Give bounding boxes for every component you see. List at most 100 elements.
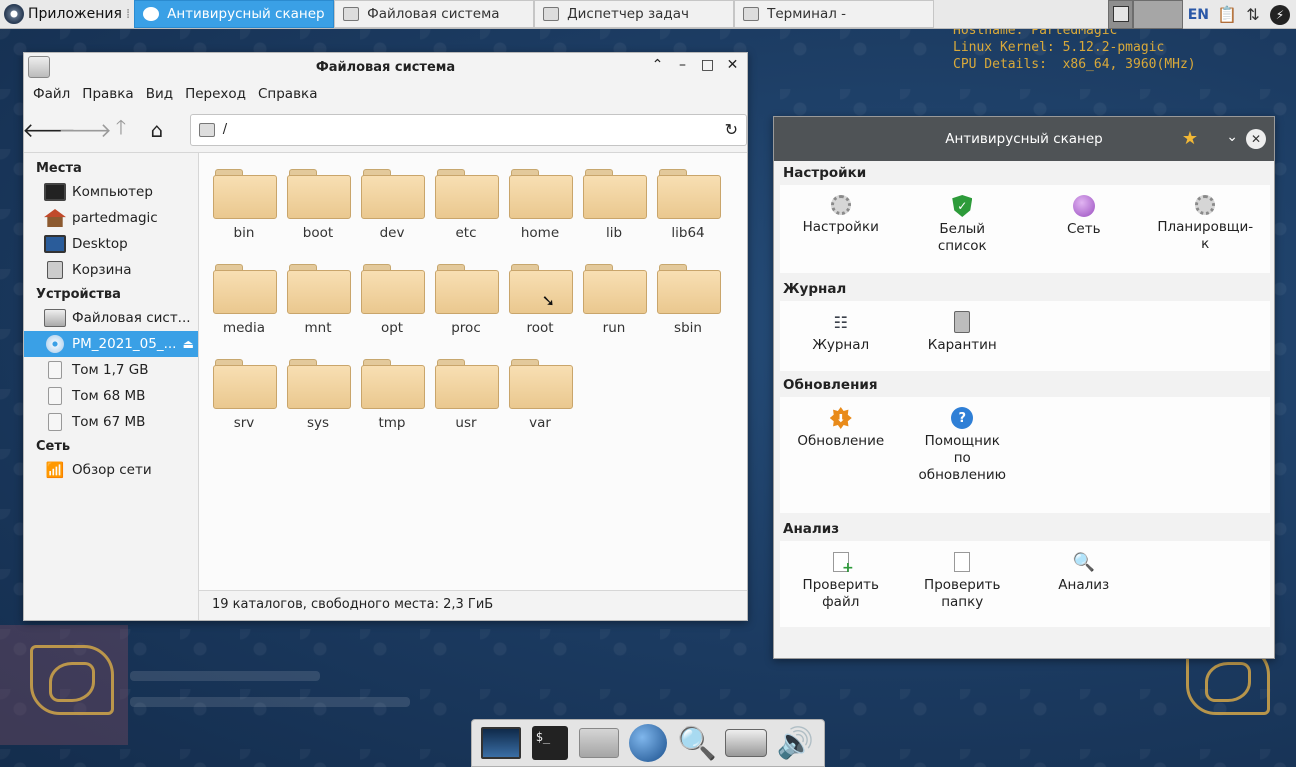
scan-file-button[interactable]: Проверить файл bbox=[780, 551, 902, 617]
folder-grid: bin boot dev etc home lib lib64 media mnt opt proc… bbox=[207, 167, 727, 438]
chevron-up-icon[interactable]: ⌃ bbox=[649, 57, 666, 73]
whitelist-button[interactable]: ✓ Белый список bbox=[902, 195, 1024, 263]
task-antivirus[interactable]: Антивирусный сканер bbox=[134, 0, 335, 28]
sidebar-item-trash[interactable]: Корзина bbox=[24, 257, 198, 283]
scan-folder-button[interactable]: Проверить папку bbox=[902, 551, 1024, 617]
sidebar-item-computer[interactable]: Компьютер bbox=[24, 179, 198, 205]
update-assistant-button[interactable]: ? Помощник по обновлению bbox=[902, 407, 1024, 503]
dock-volume[interactable]: 🔊 bbox=[773, 723, 817, 763]
cpu-line: CPU Details: x86_64, 3960(MHz) bbox=[953, 57, 1196, 72]
folder-item[interactable]: media bbox=[207, 262, 281, 343]
up-arrow-icon[interactable]: 🡑 bbox=[110, 115, 132, 141]
home-icon[interactable]: ⌂ bbox=[146, 118, 168, 142]
section-settings: Настройки ✓ Белый список Сеть Планировщи-… bbox=[780, 185, 1270, 273]
sidebar-item-volume-3[interactable]: Том 67 MB bbox=[24, 409, 198, 435]
folder-item[interactable]: dev bbox=[355, 167, 429, 248]
menu-help[interactable]: Справка bbox=[258, 86, 317, 102]
folder-item[interactable]: srv bbox=[207, 357, 281, 438]
shield-check-icon: ✓ bbox=[952, 195, 973, 217]
task-file-manager[interactable]: Файловая система bbox=[334, 0, 535, 28]
network-updown-icon[interactable]: ⇅ bbox=[1244, 5, 1262, 25]
item-label: Проверить папку bbox=[924, 577, 1001, 610]
scheduler-button[interactable]: Планировщи-к bbox=[1145, 195, 1267, 263]
close-icon[interactable]: ✕ bbox=[724, 57, 741, 73]
sidebar-item-label: Файловая сист... bbox=[72, 310, 191, 326]
location-bar[interactable]: / ↻ bbox=[189, 113, 747, 146]
task-task-manager[interactable]: Диспетчер задач bbox=[534, 0, 735, 28]
folder-icon bbox=[361, 357, 425, 409]
folder-item[interactable]: proc bbox=[429, 262, 503, 343]
kernel-line: Linux Kernel: 5.12.2-pmagic bbox=[953, 40, 1165, 55]
power-icon[interactable]: ⚡ bbox=[1270, 4, 1290, 25]
section-header-updates: Обновления bbox=[783, 377, 878, 393]
dock-home-folder[interactable] bbox=[577, 723, 621, 763]
menu-view[interactable]: Вид bbox=[146, 86, 173, 102]
file-manager-body: Места Компьютер partedmagic Desktop Корз… bbox=[24, 153, 747, 620]
folder-item[interactable]: var bbox=[503, 357, 577, 438]
task-terminal[interactable]: Терминал - bbox=[734, 0, 935, 28]
item-label: Планировщи-к bbox=[1157, 219, 1254, 252]
folder-item[interactable]: opt bbox=[355, 262, 429, 343]
sidebar-item-home[interactable]: partedmagic bbox=[24, 205, 198, 231]
dock-show-desktop[interactable] bbox=[479, 723, 523, 763]
window-controls: ⌃ – □ ✕ bbox=[649, 57, 741, 73]
window-titlebar[interactable]: Антивирусный сканер ★ ⌄ ✕ bbox=[774, 117, 1274, 161]
menu-file[interactable]: Файл bbox=[33, 86, 70, 102]
folder-item[interactable]: home bbox=[503, 167, 577, 248]
star-icon[interactable]: ★ bbox=[1182, 128, 1198, 149]
sidebar-item-browse-network[interactable]: 📶 Обзор сети bbox=[24, 457, 198, 483]
optical-disc-icon bbox=[46, 335, 64, 353]
menu-go[interactable]: Переход bbox=[185, 86, 246, 102]
eject-icon[interactable]: ⏏ bbox=[183, 337, 194, 351]
sidebar-item-label: Корзина bbox=[72, 262, 132, 278]
folder-item[interactable]: boot bbox=[281, 167, 355, 248]
speaker-icon: 🔊 bbox=[776, 725, 815, 761]
dock-disks[interactable] bbox=[724, 723, 768, 763]
sidebar-item-desktop[interactable]: Desktop bbox=[24, 231, 198, 257]
analysis-button[interactable]: 🔍 Анализ bbox=[1023, 551, 1145, 617]
folder-item[interactable]: usr bbox=[429, 357, 503, 438]
settings-button[interactable]: Настройки bbox=[780, 195, 902, 263]
chevron-down-icon[interactable]: ⌄ bbox=[1226, 129, 1238, 145]
sidebar-item-label: Том 1,7 GB bbox=[72, 362, 149, 378]
reload-icon[interactable]: ↻ bbox=[725, 120, 738, 139]
folder-item[interactable]: lib64 bbox=[651, 167, 725, 248]
dock-web-browser[interactable] bbox=[626, 723, 670, 763]
dock-search[interactable]: 🔍 bbox=[675, 723, 719, 763]
maximize-icon[interactable]: □ bbox=[699, 57, 716, 73]
close-icon[interactable]: ✕ bbox=[1246, 129, 1266, 149]
system-tray: EN 📋 ⇅ ⚡ bbox=[1107, 0, 1296, 29]
folder-item[interactable]: mnt bbox=[281, 262, 355, 343]
folder-item[interactable]: run bbox=[577, 262, 651, 343]
folder-item[interactable]: bin bbox=[207, 167, 281, 248]
parted-magic-logo-icon bbox=[4, 4, 24, 24]
keyboard-layout-indicator[interactable]: EN bbox=[1183, 7, 1214, 23]
folder-item[interactable]: ➘ root bbox=[503, 262, 577, 343]
forward-arrow-icon[interactable]: 🡒 bbox=[58, 118, 112, 142]
folder-item[interactable]: etc bbox=[429, 167, 503, 248]
folder-item[interactable]: lib bbox=[577, 167, 651, 248]
folder-item[interactable]: tmp bbox=[355, 357, 429, 438]
sidebar-item-filesystem[interactable]: Файловая сист... bbox=[24, 305, 198, 331]
network-button[interactable]: Сеть bbox=[1023, 195, 1145, 263]
back-arrow-icon[interactable]: 🡐 bbox=[22, 118, 76, 142]
clipboard-icon[interactable]: 📋 bbox=[1217, 5, 1237, 25]
dock-terminal[interactable]: $_ bbox=[528, 723, 572, 763]
workspace-2[interactable] bbox=[1132, 0, 1183, 29]
sidebar-item-pm-disc[interactable]: PM_2021_05_... ⏏ bbox=[24, 331, 198, 357]
folder-item[interactable]: sbin bbox=[651, 262, 725, 343]
sidebar-item-volume-2[interactable]: Том 68 MB bbox=[24, 383, 198, 409]
menu-edit[interactable]: Правка bbox=[82, 86, 133, 102]
log-button[interactable]: ☷ Журнал bbox=[780, 311, 902, 361]
quarantine-button[interactable]: Карантин bbox=[902, 311, 1024, 361]
sidebar-item-label: Том 67 MB bbox=[72, 414, 146, 430]
minimize-icon[interactable]: – bbox=[674, 57, 691, 73]
sidebar-item-volume-1[interactable]: Том 1,7 GB bbox=[24, 357, 198, 383]
workspace-pager[interactable] bbox=[1107, 0, 1183, 29]
applications-menu-button[interactable]: Приложения ⁞ bbox=[0, 0, 134, 29]
folder-item[interactable]: sys bbox=[281, 357, 355, 438]
update-button[interactable]: ⬇ Обновление bbox=[780, 407, 902, 503]
window-titlebar[interactable]: Файловая система ⌃ – □ ✕ bbox=[24, 53, 747, 81]
file-view[interactable]: bin boot dev etc home lib lib64 media mnt opt proc… bbox=[199, 153, 747, 620]
workspace-1[interactable] bbox=[1107, 0, 1133, 29]
